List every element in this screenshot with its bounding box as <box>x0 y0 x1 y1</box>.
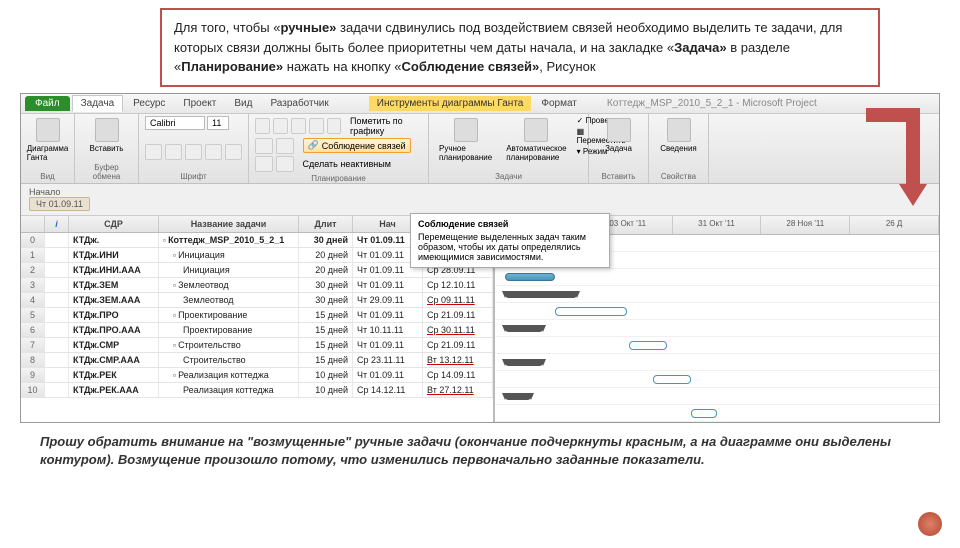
table-row[interactable]: 5КТДж.ПРОПроектирование15 днейЧт 01.09.1… <box>21 308 493 323</box>
info-button[interactable]: Сведения <box>655 116 702 155</box>
tab-resource[interactable]: Ресурс <box>125 96 173 111</box>
task-icon <box>607 118 631 142</box>
page-badge <box>918 512 942 536</box>
context-tab-gantt: Инструменты диаграммы Ганта <box>369 96 532 111</box>
tab-task[interactable]: Задача <box>72 95 124 112</box>
gantt-row <box>495 286 939 303</box>
bold-button[interactable] <box>145 144 162 160</box>
gantt-date-header: 28 Ноя '11 <box>761 216 850 234</box>
clipboard-icon <box>95 118 119 142</box>
deactivate-button[interactable]: Сделать неактивным <box>303 159 391 169</box>
arrow-annotation <box>880 108 920 208</box>
gantt-bar[interactable] <box>505 325 543 332</box>
window-title: Коттедж_MSP_2010_5_2_1 - Microsoft Proje… <box>607 98 817 109</box>
gantt-bar[interactable] <box>505 359 543 366</box>
gantt-bar[interactable] <box>505 273 555 281</box>
gantt-date-header: 31 Окт '11 <box>673 216 762 234</box>
table-row[interactable]: 4КТДж.ЗЕМ.АААЗемлеотвод30 днейЧт 29.09.1… <box>21 293 493 308</box>
tab-project[interactable]: Проект <box>175 96 224 111</box>
gantt-row <box>495 371 939 388</box>
col-cdp[interactable]: СДР <box>69 216 159 232</box>
italic-button[interactable] <box>165 144 182 160</box>
file-tab[interactable]: Файл <box>25 96 70 111</box>
chain-icon: 🔗 <box>308 140 319 151</box>
timeline: Начало Чт 01.09.11 <box>21 184 939 216</box>
gantt-icon <box>36 118 60 142</box>
font-color-button[interactable] <box>225 144 242 160</box>
table-row[interactable]: 7КТДж.СМРСтроительство15 днейЧт 01.09.11… <box>21 338 493 353</box>
unlink-icon[interactable] <box>276 138 294 154</box>
progress-0-icon[interactable] <box>255 118 270 134</box>
instruction-callout: Для того, чтобы «ручные» задачи сдвинули… <box>160 8 880 87</box>
table-row[interactable]: 6КТДж.ПРО.АААПроектирование15 днейЧт 10.… <box>21 323 493 338</box>
new-task-button[interactable]: Задача <box>595 116 642 155</box>
info-icon <box>667 118 691 142</box>
auto-schedule-button[interactable]: Автоматическое планирование <box>502 116 570 164</box>
gantt-row <box>495 405 939 422</box>
gantt-row <box>495 337 939 354</box>
gantt-row <box>495 303 939 320</box>
timeline-start-date: Чт 01.09.11 <box>29 197 90 211</box>
table-row[interactable]: 9КТДж.РЕКРеализация коттеджа10 днейЧт 01… <box>21 368 493 383</box>
footer-note: Прошу обратить внимание на "возмущенные"… <box>0 423 960 476</box>
tab-format[interactable]: Формат <box>533 96 585 111</box>
font-name-select[interactable]: Calibri <box>145 116 205 130</box>
gantt-date-header: 26 Д <box>850 216 939 234</box>
gantt-row <box>495 320 939 337</box>
tab-developer[interactable]: Разработчик <box>262 96 336 111</box>
gantt-bar[interactable] <box>629 341 667 350</box>
font-size-select[interactable]: 11 <box>207 116 229 130</box>
respect-links-tooltip: Соблюдение связей Перемещение выделенных… <box>410 213 610 268</box>
col-info[interactable]: i <box>45 216 69 232</box>
mark-on-track-button[interactable]: Пометить по графику <box>350 116 422 136</box>
ribbon-tab-strip: Файл Задача Ресурс Проект Вид Разработчи… <box>21 94 939 114</box>
gantt-view-button[interactable]: Диаграмма Ганта <box>27 116 68 164</box>
gantt-bar[interactable] <box>653 375 691 384</box>
bg-color-button[interactable] <box>205 144 222 160</box>
col-name[interactable]: Название задачи <box>159 216 299 232</box>
pushpin-icon <box>454 118 478 142</box>
msproject-window: Файл Задача Ресурс Проект Вид Разработчи… <box>20 93 940 423</box>
gantt-row <box>495 354 939 371</box>
gantt-row <box>495 388 939 405</box>
underline-button[interactable] <box>185 144 202 160</box>
manual-schedule-button[interactable]: Ручное планирование <box>435 116 496 164</box>
table-row[interactable]: 10КТДж.РЕК.АААРеализация коттеджа10 дней… <box>21 383 493 398</box>
gantt-bar[interactable] <box>505 291 577 298</box>
col-duration[interactable]: Длит <box>299 216 353 232</box>
link-icon[interactable] <box>255 138 273 154</box>
table-row[interactable]: 3КТДж.ЗЕМЗемлеотвод30 днейЧт 01.09.11Ср … <box>21 278 493 293</box>
auto-icon <box>524 118 548 142</box>
gantt-bar[interactable] <box>555 307 627 316</box>
respect-links-button[interactable]: 🔗Соблюдение связей <box>303 138 411 153</box>
tab-view[interactable]: Вид <box>226 96 260 111</box>
gantt-bar[interactable] <box>691 409 717 418</box>
gantt-row <box>495 269 939 286</box>
ribbon: Диаграмма Ганта Вид Вставить Буфер обмен… <box>21 114 939 184</box>
paste-button[interactable]: Вставить <box>81 116 132 155</box>
table-row[interactable]: 8КТДж.СМР.АААСтроительство15 днейСр 23.1… <box>21 353 493 368</box>
gantt-bar[interactable] <box>505 393 531 400</box>
